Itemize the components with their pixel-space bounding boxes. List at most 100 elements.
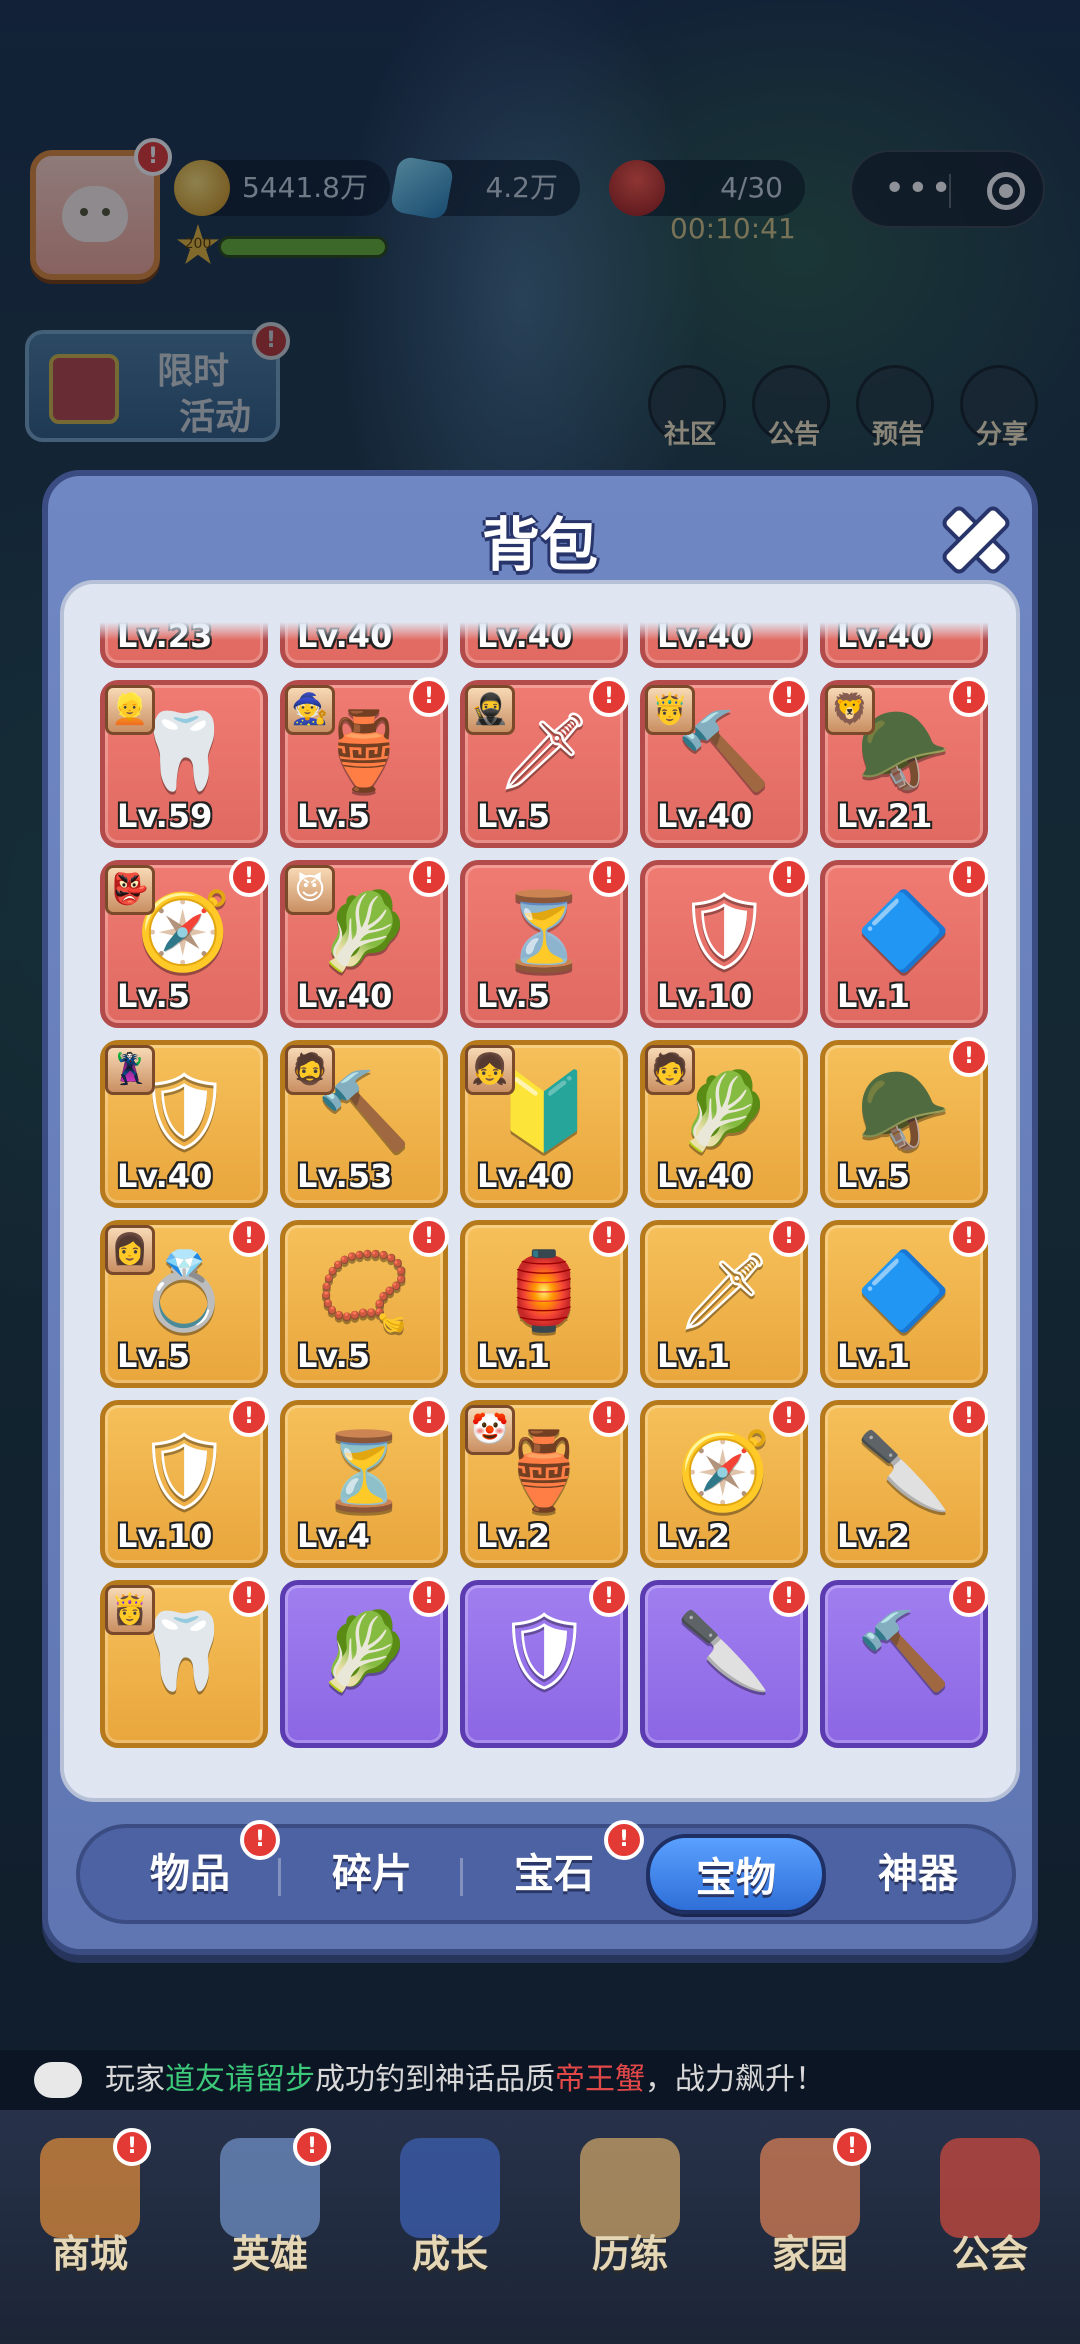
- new-item-badge: !: [409, 857, 449, 897]
- inventory-slot[interactable]: 🏮 Lv.1!: [460, 1217, 629, 1388]
- nav-item-5[interactable]: 家园!: [735, 2128, 885, 2278]
- nav-item-1[interactable]: 商城!: [15, 2128, 165, 2278]
- inventory-slot[interactable]: 🔰 👧 Lv.40: [460, 1040, 628, 1208]
- item-level: Lv.1: [837, 977, 911, 1015]
- inventory-slot[interactable]: 🔷 Lv.1!: [820, 857, 988, 1028]
- inventory-slot[interactable]: 🥬 😈 Lv.40!: [280, 857, 449, 1028]
- tab-badge: !: [240, 1820, 280, 1860]
- new-item-badge: !: [589, 857, 629, 897]
- nav-label: 历练: [591, 2232, 668, 2276]
- item-level: Lv.40: [477, 1157, 573, 1195]
- inventory-slot[interactable]: 📿 Lv.5!: [280, 1217, 449, 1388]
- new-item-badge: !: [229, 1397, 269, 1437]
- inventory-slot[interactable]: 🛡 Lv.10!: [640, 857, 809, 1028]
- tab-divider: [460, 1858, 463, 1896]
- nav-item-6[interactable]: 公会: [915, 2128, 1065, 2278]
- inventory-slot[interactable]: 🗡 Lv.1!: [640, 1217, 809, 1388]
- treasure-icon: 🔪: [676, 1606, 772, 1696]
- inventory-slot[interactable]: 🛡 🦹 Lv.40: [100, 1040, 268, 1208]
- inventory-slot[interactable]: 🧭 Lv.2!: [640, 1397, 809, 1568]
- nav-item-4[interactable]: 历练: [555, 2128, 705, 2278]
- new-item-badge: !: [589, 1577, 629, 1617]
- inventory-slot[interactable]: 🗡 🥷 Lv.5!: [460, 677, 629, 848]
- tab-3[interactable]: 宝石!: [464, 1820, 644, 1914]
- hero-portrait: 🤡: [465, 1405, 515, 1455]
- tab-4[interactable]: 宝物: [646, 1834, 826, 1914]
- treasure-icon: 🛡: [496, 1606, 593, 1696]
- hero-portrait: 🧔: [285, 1045, 335, 1095]
- new-item-badge: !: [229, 857, 269, 897]
- item-level: Lv.5: [477, 977, 551, 1015]
- inventory-slot[interactable]: 🪖 Lv.5!: [820, 1037, 988, 1208]
- treasure-icon: ⏳: [316, 1426, 412, 1516]
- treasure-icon: 🗡: [676, 1246, 773, 1336]
- inventory-slot[interactable]: 🥬!: [280, 1577, 449, 1748]
- new-item-badge: !: [589, 1217, 629, 1257]
- hero-portrait: 😈: [285, 865, 335, 915]
- nav-label: 公会: [951, 2232, 1028, 2276]
- inventory-slot[interactable]: 🔪 Lv.2!: [820, 1397, 988, 1568]
- inventory-slot[interactable]: 🛡!: [460, 1577, 629, 1748]
- item-level: Lv.4: [297, 1517, 371, 1555]
- inventory-slot[interactable]: 🦷 👱 Lv.59: [100, 680, 268, 848]
- inventory-grid: 🏮Lv.23💍Lv.40📿Lv.40🛡Lv.40🔰Lv.40🦷👱Lv.59🏺🧙L…: [100, 622, 988, 1748]
- new-item-badge: !: [949, 1217, 988, 1257]
- chat-icon: [34, 2062, 82, 2098]
- broadcast-suffix: ，战力飙升！: [645, 2062, 825, 2097]
- item-level: Lv.10: [117, 1517, 213, 1555]
- item-level: Lv.1: [657, 1337, 731, 1375]
- hero-portrait: 🥷: [465, 685, 515, 735]
- hero-portrait: 🦹: [105, 1045, 155, 1095]
- hero-portrait: 👸: [105, 1585, 155, 1635]
- treasure-icon: 🥬: [316, 1606, 412, 1696]
- close-button[interactable]: [934, 498, 1010, 574]
- tab-2[interactable]: 碎片: [282, 1834, 462, 1914]
- treasure-icon: 🪖: [856, 1066, 952, 1156]
- inventory-slot[interactable]: 🔨 🧔 Lv.53: [280, 1040, 448, 1208]
- item-level: Lv.5: [837, 1157, 911, 1195]
- nav-badge: !: [113, 2128, 151, 2166]
- hero-portrait: 🧙: [285, 685, 335, 735]
- inventory-slot[interactable]: 🔨 🤴 Lv.40!: [640, 677, 809, 848]
- inventory-slot[interactable]: 🥬 🧑 Lv.40: [640, 1040, 808, 1208]
- inventory-slot[interactable]: 🪖 🦁 Lv.21!: [820, 677, 988, 848]
- inventory-slot[interactable]: 🦷 👸!: [100, 1577, 269, 1748]
- tab-5[interactable]: 神器: [828, 1834, 1008, 1914]
- modal-title: 背包: [481, 511, 598, 579]
- hero-portrait: 🦁: [825, 685, 875, 735]
- nav-item-2[interactable]: 英雄!: [195, 2128, 345, 2278]
- inventory-slot[interactable]: ⏳ Lv.4!: [280, 1397, 449, 1568]
- new-item-badge: !: [229, 1577, 269, 1617]
- inventory-slot[interactable]: 🛡 Lv.10!: [100, 1397, 269, 1568]
- hero-portrait: 👩: [105, 1225, 155, 1275]
- new-item-badge: !: [949, 1397, 988, 1437]
- backpack-tabs: 物品! 碎片 宝石! 宝物 神器: [76, 1820, 1016, 1924]
- item-level: Lv.5: [117, 1337, 191, 1375]
- new-item-badge: !: [769, 1397, 809, 1437]
- inventory-slot[interactable]: 🔨!: [820, 1577, 988, 1748]
- new-item-badge: !: [229, 1217, 269, 1257]
- inventory-slot[interactable]: 🔪!: [640, 1577, 809, 1748]
- hero-portrait: 🧑: [645, 1045, 695, 1095]
- treasure-icon: 🔷: [856, 1246, 952, 1336]
- new-item-badge: !: [949, 857, 988, 897]
- inventory-scroll-area[interactable]: 🏮Lv.23💍Lv.40📿Lv.40🛡Lv.40🔰Lv.40🦷👱Lv.59🏺🧙L…: [100, 622, 988, 1762]
- hero-portrait: 👺: [105, 865, 155, 915]
- inventory-slot[interactable]: 🧭 👺 Lv.5!: [100, 857, 269, 1028]
- new-item-badge: !: [409, 677, 449, 717]
- new-item-badge: !: [409, 1577, 449, 1617]
- treasure-icon: 📿: [316, 1246, 412, 1336]
- broadcast-item: 帝王蟹: [555, 2062, 645, 2097]
- item-level: Lv.5: [117, 977, 191, 1015]
- inventory-slot[interactable]: 🏺 🧙 Lv.5!: [280, 677, 449, 848]
- scroll-fade: [100, 622, 988, 640]
- inventory-slot[interactable]: ⏳ Lv.5!: [460, 857, 629, 1028]
- nav-item-3[interactable]: 成长: [375, 2128, 525, 2278]
- tab-1[interactable]: 物品!: [100, 1820, 280, 1914]
- item-level: Lv.5: [297, 797, 371, 835]
- inventory-slot[interactable]: 🏺 🤡 Lv.2!: [460, 1397, 629, 1568]
- bottom-navigation: 商城! 英雄! 成长历练 家园! 公会: [0, 2110, 1080, 2344]
- inventory-slot[interactable]: 💍 👩 Lv.5!: [100, 1217, 269, 1388]
- new-item-badge: !: [949, 1037, 988, 1077]
- inventory-slot[interactable]: 🔷 Lv.1!: [820, 1217, 988, 1388]
